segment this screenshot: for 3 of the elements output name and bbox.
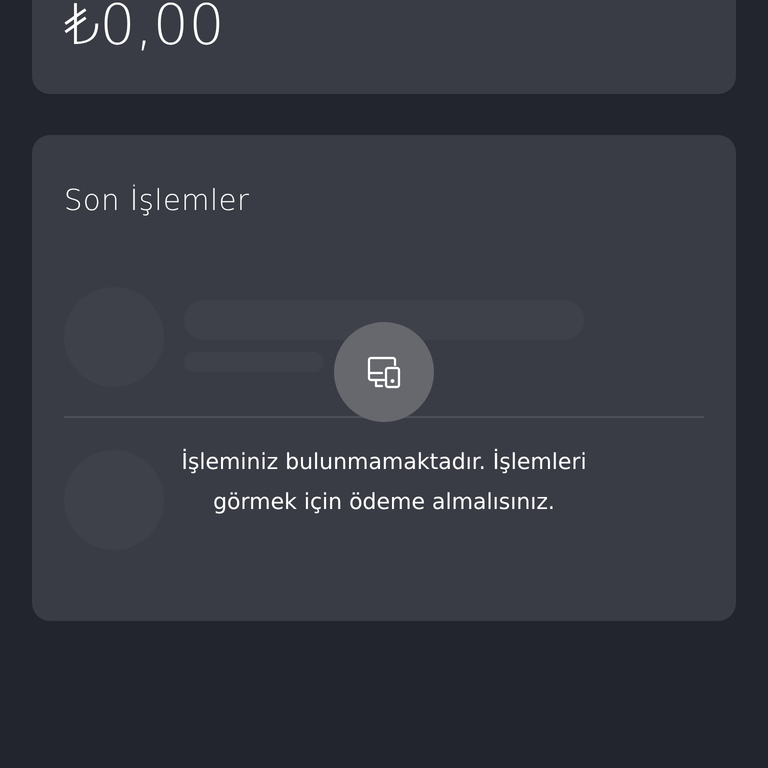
balance-amount: ₺0,00 <box>64 0 224 58</box>
section-title: Son İşlemler <box>64 183 250 217</box>
empty-state-message: İşleminiz bulunmamaktadır. İşlemleri görmek için ödeme almalısınız. <box>180 448 588 517</box>
